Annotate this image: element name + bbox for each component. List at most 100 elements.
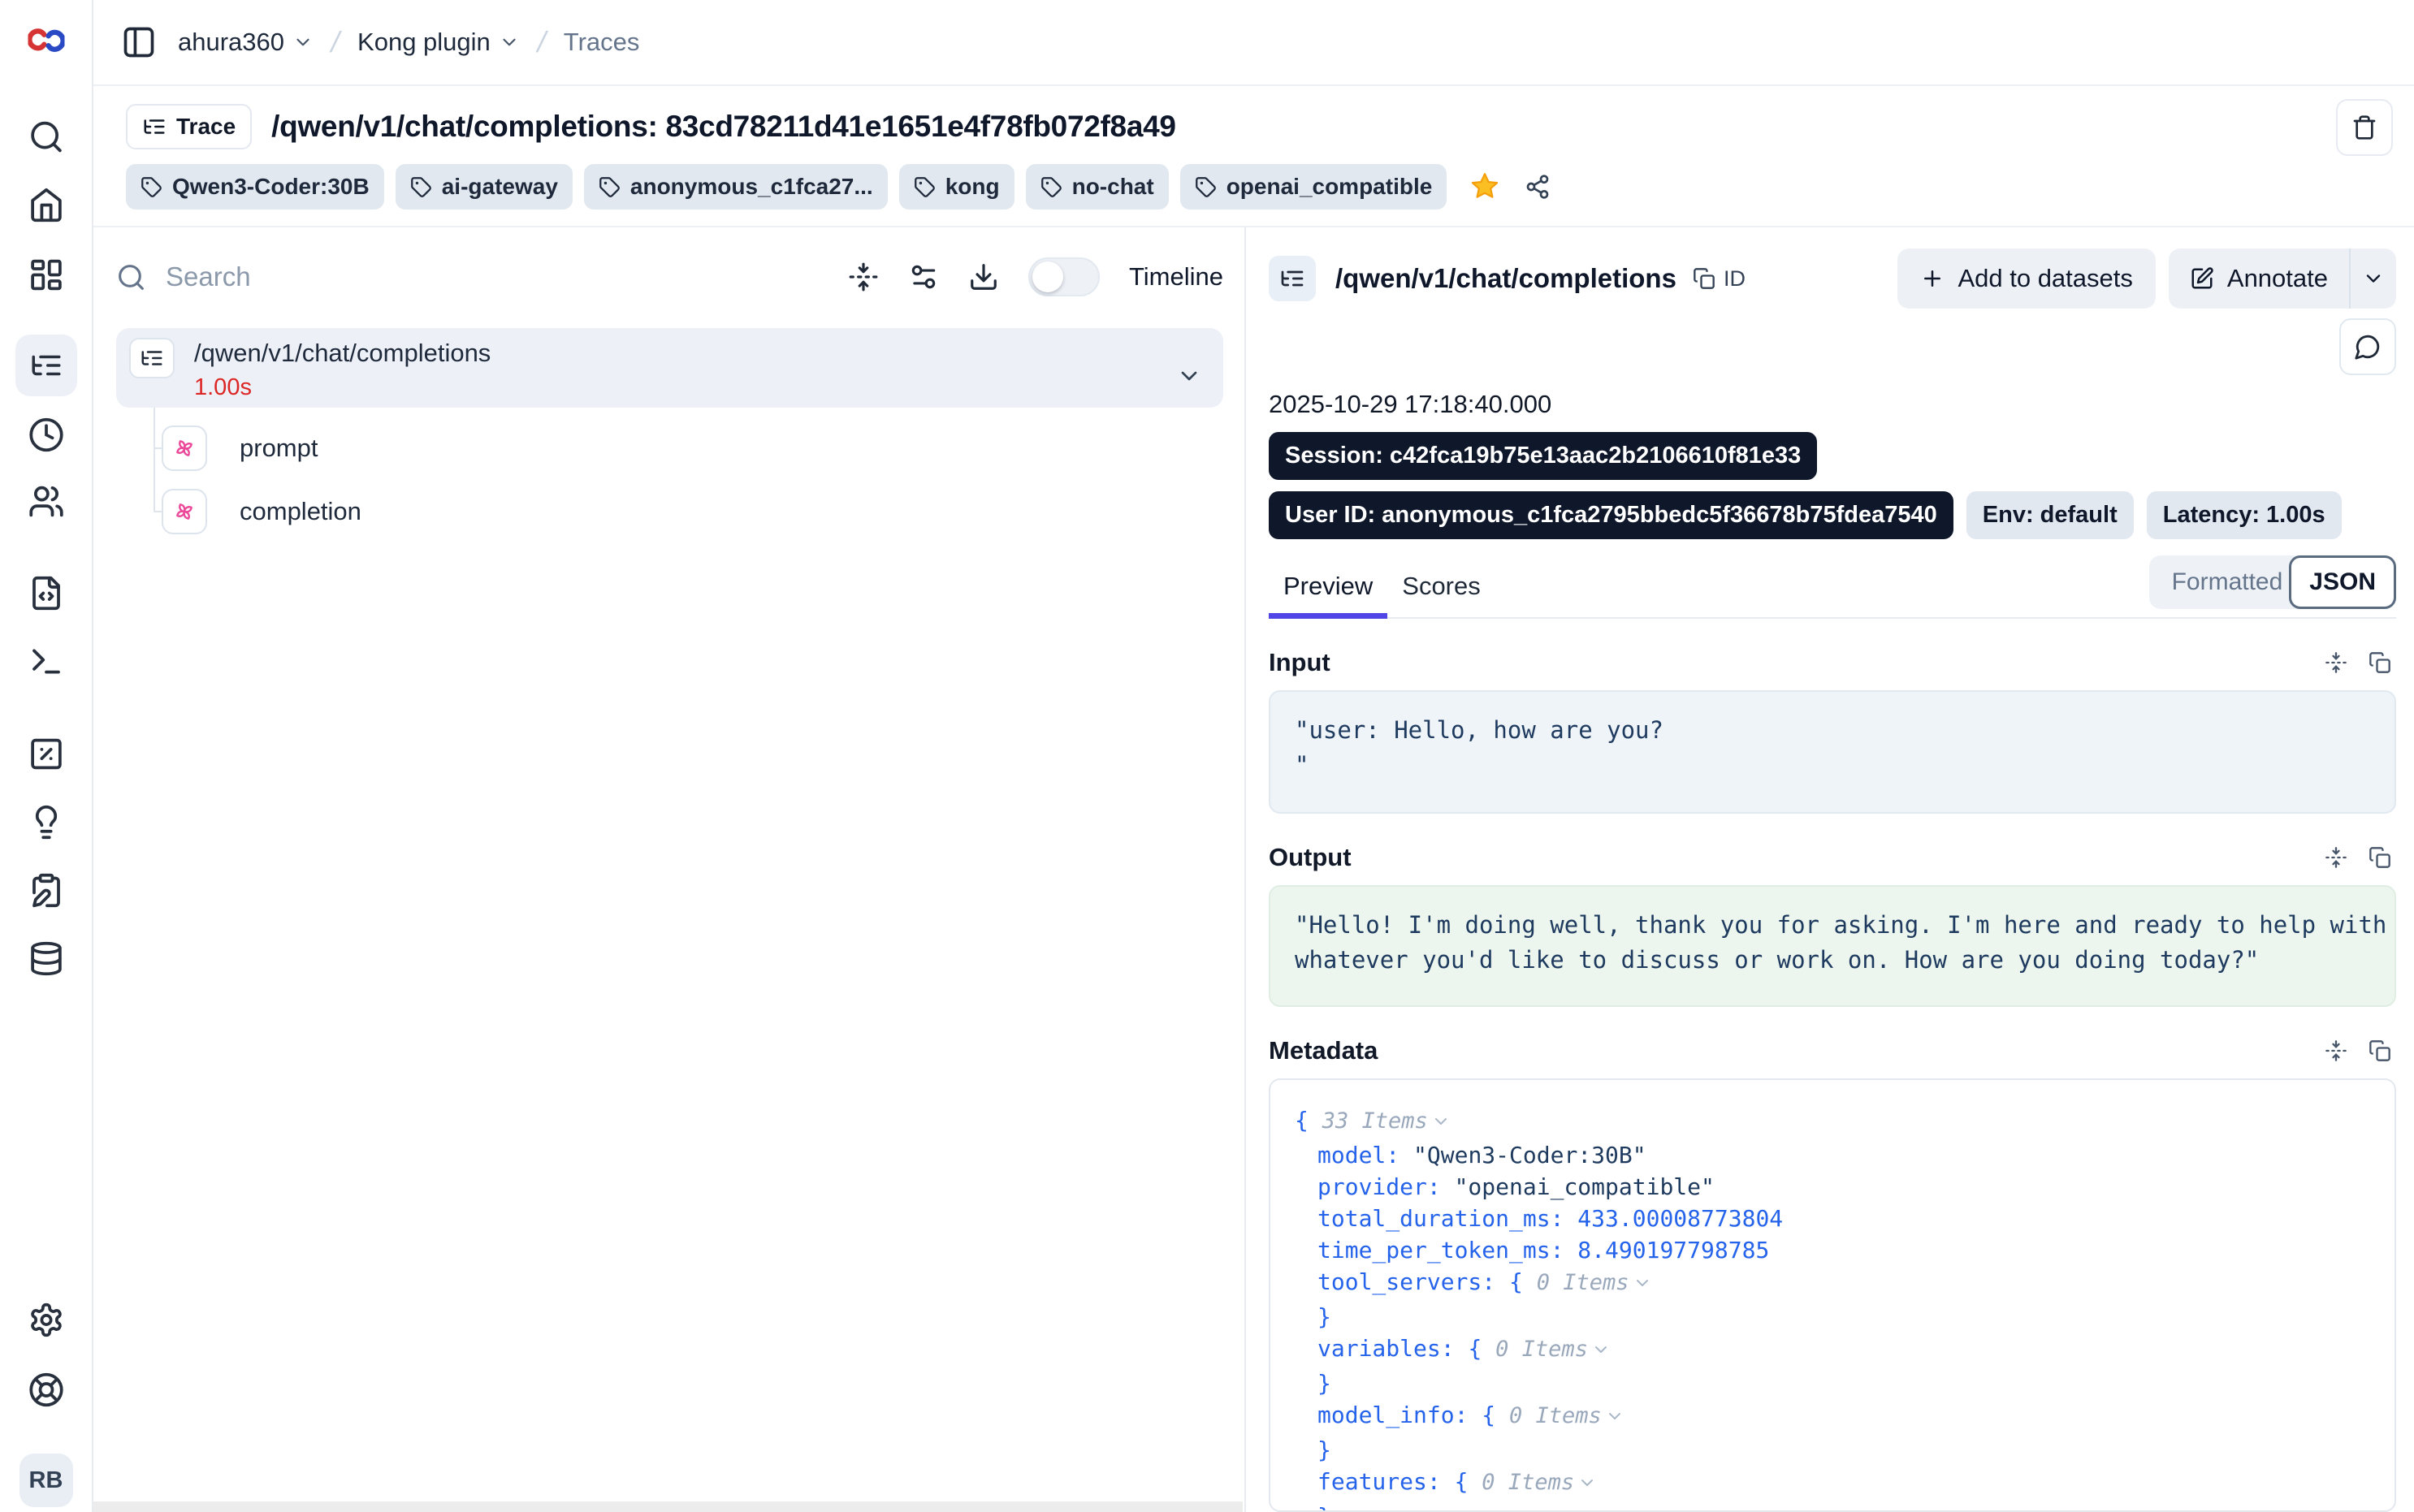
add-to-datasets-button[interactable]: Add to datasets (1897, 248, 2155, 309)
sidebar-tracing-active[interactable] (15, 335, 77, 396)
tag-chip[interactable]: Qwen3-Coder:30B (126, 164, 384, 210)
tag-chip[interactable]: kong (899, 164, 1014, 210)
sidebar-toggle-icon[interactable] (121, 24, 157, 60)
format-option-json[interactable]: JSON (2289, 555, 2396, 609)
tab-scores[interactable]: Scores (1387, 560, 1495, 617)
chevron-down-icon[interactable] (1176, 363, 1202, 389)
chevron-down-icon[interactable] (1591, 1336, 1611, 1367)
json-line: total_duration_ms: 433.00008773804 (1295, 1203, 2370, 1234)
breadcrumb: ahura360 / Kong plugin / Traces (178, 25, 639, 59)
timeline-toggle[interactable] (1028, 257, 1100, 296)
sidebar-scores-icon[interactable] (28, 736, 64, 772)
metadata-section-title: Metadata (1269, 1036, 1378, 1065)
sidebar-sessions-icon[interactable] (28, 417, 64, 453)
comment-bubble-icon (2354, 333, 2382, 361)
breadcrumb-current-page[interactable]: Traces (564, 28, 640, 57)
annotate-dropdown-button[interactable] (2349, 248, 2396, 309)
breadcrumb-project[interactable]: ahura360 (178, 28, 314, 57)
sidebar-insights-icon[interactable] (28, 804, 64, 840)
add-to-datasets-label: Add to datasets (1958, 264, 2132, 293)
detail-tabs: Preview Scores Formatted JSON (1269, 555, 2396, 619)
chevron-down-icon[interactable] (1431, 1108, 1451, 1139)
timeline-label: Timeline (1129, 262, 1223, 292)
download-icon[interactable] (968, 261, 999, 292)
chevron-down-icon[interactable] (1605, 1402, 1624, 1434)
search-input[interactable] (164, 261, 848, 293)
toggle-knob (1032, 261, 1063, 292)
collapse-all-icon[interactable] (848, 261, 879, 292)
tree-child-row[interactable]: prompt (116, 421, 1223, 476)
copy-icon[interactable] (2369, 846, 2391, 869)
sidebar-home-icon[interactable] (28, 187, 64, 223)
span-label: prompt (240, 434, 318, 463)
session-badge[interactable]: Session: c42fca19b75e13aac2b2106610f81e3… (1269, 432, 1817, 480)
sidebar-datasets-icon[interactable] (28, 940, 64, 977)
fold-icon[interactable] (2325, 846, 2347, 869)
trace-timestamp: 2025-10-29 17:18:40.000 (1269, 390, 2396, 419)
root-span-duration: 1.00s (194, 374, 491, 400)
plus-icon (1920, 266, 1945, 291)
copy-icon (1693, 267, 1715, 290)
tree-search-row: Timeline (116, 250, 1223, 304)
tag-label: Qwen3-Coder:30B (172, 174, 370, 200)
tag-icon (599, 176, 621, 198)
copy-id-control[interactable]: ID (1693, 266, 1746, 292)
json-line[interactable]: { 33 Items (1295, 1104, 2370, 1139)
tag-chip[interactable]: anonymous_c1fca27... (584, 164, 888, 210)
tag-icon (914, 176, 936, 198)
breadcrumb-section[interactable]: Kong plugin (357, 28, 520, 57)
list-tree-icon (142, 114, 167, 139)
event-node-icon (162, 489, 207, 534)
json-line[interactable]: tool_servers: { 0 Items (1295, 1266, 2370, 1301)
tab-preview[interactable]: Preview (1269, 560, 1387, 617)
json-line: } (1295, 1434, 2370, 1466)
json-line[interactable]: variables: { 0 Items (1295, 1333, 2370, 1367)
sidebar-annotation-icon[interactable] (28, 872, 64, 909)
tag-chip[interactable]: openai_compatible (1180, 164, 1447, 210)
format-option-formatted[interactable]: Formatted (2172, 568, 2290, 596)
annotate-button[interactable]: Annotate (2169, 264, 2349, 293)
view-settings-icon[interactable] (908, 261, 939, 292)
tag-chip[interactable]: no-chat (1026, 164, 1169, 210)
list-tree-icon (29, 348, 63, 382)
json-line: time_per_token_ms: 8.490197798785 (1295, 1234, 2370, 1266)
bookmark-star-icon[interactable] (1469, 171, 1500, 202)
root-span-name: /qwen/v1/chat/completions (194, 338, 491, 368)
chevron-down-icon (2362, 267, 2385, 290)
share-icon[interactable] (1525, 174, 1551, 200)
tree-child-row[interactable]: completion (116, 484, 1223, 539)
sidebar-search-icon[interactable] (28, 119, 64, 155)
sidebar-prompts-icon[interactable] (28, 575, 64, 611)
settings-gear-icon[interactable] (28, 1302, 64, 1338)
trace-detail-page: RB ahura360 / Kong plugin / Traces (0, 0, 2414, 1512)
sidebar-playground-icon[interactable] (28, 643, 64, 680)
json-line: } (1295, 1301, 2370, 1333)
chevron-down-icon[interactable] (1633, 1269, 1652, 1301)
delete-trace-button[interactable] (2336, 99, 2393, 156)
format-toggle: Formatted JSON (2149, 555, 2396, 609)
json-line[interactable]: model_info: { 0 Items (1295, 1399, 2370, 1434)
user-id-badge[interactable]: User ID: anonymous_c1fca2795bbedc5f36678… (1269, 491, 1953, 539)
comments-button[interactable] (2339, 318, 2396, 375)
tag-icon (1040, 176, 1062, 198)
topbar: ahura360 / Kong plugin / Traces (93, 0, 2414, 86)
json-line[interactable]: features: { 0 Items (1295, 1466, 2370, 1501)
json-line: model: "Qwen3-Coder:30B" (1295, 1139, 2370, 1171)
copy-icon[interactable] (2369, 651, 2391, 674)
tag-label: kong (945, 174, 1000, 200)
fold-icon[interactable] (2325, 651, 2347, 674)
support-lifebuoy-icon[interactable] (28, 1372, 64, 1408)
chevron-down-icon[interactable] (1577, 1469, 1597, 1501)
trace-title: /qwen/v1/chat/completions: 83cd78211d41e… (271, 110, 1175, 144)
app-logo-icon[interactable] (28, 22, 64, 58)
input-section-title: Input (1269, 648, 1330, 677)
tag-chip[interactable]: ai-gateway (396, 164, 573, 210)
breadcrumb-section-label: Kong plugin (357, 28, 491, 57)
copy-icon[interactable] (2369, 1039, 2391, 1062)
fold-icon[interactable] (2325, 1039, 2347, 1062)
sidebar-users-icon[interactable] (28, 483, 64, 520)
user-avatar[interactable]: RB (19, 1454, 73, 1507)
sidebar-dashboards-icon[interactable] (28, 257, 64, 293)
avatar-initials: RB (29, 1467, 63, 1494)
tree-root-row[interactable]: /qwen/v1/chat/completions 1.00s (116, 328, 1223, 408)
